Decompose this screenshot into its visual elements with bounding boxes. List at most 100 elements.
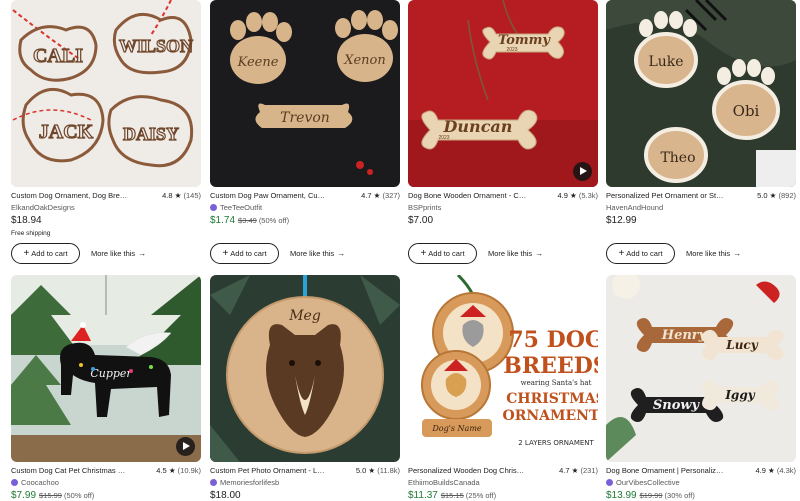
svg-text:Xenon: Xenon — [343, 53, 386, 68]
listing-title-row: Custom Dog Paw Ornament, Cu… 4.7 ★ (327) — [210, 190, 400, 202]
more-like-this-link[interactable]: More like this → — [91, 243, 146, 264]
listing-title[interactable]: Dog Bone Wooden Ornament - C… — [408, 190, 548, 202]
listing-image[interactable]: Henry Lucy Snowy Iggy — [606, 275, 796, 462]
shop-name[interactable]: TeeTeeOutfit — [210, 202, 262, 213]
listing-title[interactable]: Personalized Pet Ornament or St… — [606, 190, 746, 202]
shop-name[interactable]: EthiimoBuildsCanada — [408, 477, 480, 488]
price: $18.00 — [210, 490, 241, 501]
rating: 5.0 ★ (11.8k) — [355, 466, 400, 475]
discount-label: (50% off) — [258, 216, 290, 225]
rating-value: 4.8 — [162, 191, 173, 200]
original-price: $15.15 — [440, 491, 464, 500]
price-row: $12.99 — [606, 214, 637, 228]
rating: 4.8 ★ (145) — [162, 190, 201, 202]
svg-text:Cupper: Cupper — [90, 367, 132, 380]
listing-image[interactable]: Luke Obi Theo — [606, 0, 796, 187]
svg-text:WILSON: WILSON — [119, 36, 193, 56]
free-shipping-label: Free shipping — [11, 230, 51, 237]
star-seller-icon — [210, 204, 217, 211]
listing-image[interactable]: Tommy 2023 Duncan 2023 — [408, 0, 598, 187]
shop-name[interactable]: ElkandOakDesigns — [11, 202, 75, 213]
sale-price: $13.99 — [606, 490, 637, 501]
star-icon: ★ — [168, 466, 176, 475]
add-to-cart-button[interactable]: + Add to cart — [408, 243, 477, 264]
listing-image[interactable]: CALI WILSON JACK DAISY — [11, 0, 201, 187]
svg-text:Trevon: Trevon — [280, 110, 330, 126]
svg-text:ORNAMENTS: ORNAMENTS — [503, 408, 598, 424]
star-seller-icon — [606, 479, 613, 486]
arrow-right-icon: → — [337, 249, 346, 258]
listing-title[interactable]: Custom Pet Photo Ornament - L… — [210, 465, 350, 477]
listing-title[interactable]: Dog Bone Ornament | Personaliz… — [606, 465, 746, 477]
star-icon: ★ — [570, 191, 577, 200]
more-like-this-link[interactable]: More like this → — [686, 243, 741, 264]
rating: 4.9 ★ (4.3k) — [755, 466, 796, 475]
more-like-this-link[interactable]: More like this → — [488, 243, 543, 264]
shop-name[interactable]: HavenAndHound — [606, 202, 663, 213]
discount-label: (30% off) — [664, 491, 695, 500]
price: $7.00 — [408, 215, 434, 226]
listing-title-row: Personalized Wooden Dog Chris… 4.7 ★ (23… — [408, 465, 598, 477]
listing-title-row: Dog Bone Wooden Ornament - C… 4.9 ★ (5.3… — [408, 190, 598, 202]
price-row: $13.99 $19.99 (30% off) — [606, 489, 695, 501]
svg-text:2023: 2023 — [506, 47, 517, 53]
listing-image[interactable]: Keene Xenon Trevon — [210, 0, 400, 187]
sale-price: $7.99 — [11, 490, 37, 501]
svg-text:Dog's Name: Dog's Name — [431, 424, 482, 433]
dog-silhouette-ornament-image: Cupper — [11, 275, 201, 462]
discount-label: (25% off) — [465, 491, 497, 500]
star-seller-icon — [11, 479, 18, 486]
price-row: $18.94 — [11, 214, 42, 228]
plus-icon: + — [222, 248, 229, 259]
play-icon[interactable] — [176, 437, 195, 456]
sale-price: $1.74 — [210, 215, 236, 226]
svg-text:Luke: Luke — [648, 54, 683, 70]
price-row: $7.99 $15.99 (50% off) — [11, 489, 94, 501]
svg-text:Snowy: Snowy — [653, 398, 701, 413]
original-price: $15.99 — [39, 491, 62, 500]
more-like-this-link[interactable]: More like this → — [290, 243, 345, 264]
svg-text:Obi: Obi — [733, 102, 760, 120]
star-icon: ★ — [373, 191, 381, 200]
star-icon: ★ — [571, 466, 579, 475]
shop-name[interactable]: OurVibesCollective — [606, 477, 680, 488]
arrow-right-icon: → — [733, 249, 742, 258]
svg-text:2 LAYERS ORNAMENT: 2 LAYERS ORNAMENT — [518, 439, 594, 447]
plus-icon: + — [23, 248, 30, 259]
svg-text:JACK: JACK — [39, 121, 94, 143]
listing-title[interactable]: Custom Dog Paw Ornament, Cu… — [210, 190, 350, 202]
plaid-paw-ornaments-image: Luke Obi Theo — [606, 0, 796, 187]
star-seller-icon — [210, 479, 217, 486]
sale-price: $11.37 — [408, 490, 438, 501]
plus-icon: + — [420, 248, 427, 259]
price-row: $18.00 — [210, 489, 241, 501]
add-to-cart-button[interactable]: + Add to cart — [11, 243, 80, 264]
add-to-cart-button[interactable]: + Add to cart — [606, 243, 675, 264]
listing-image[interactable]: Dog's Name 75 DOG BREEDS wearing Santa's… — [408, 275, 598, 462]
listing-title[interactable]: Custom Dog Ornament, Dog Bre… — [11, 190, 151, 202]
rating: 4.5 ★ (10.9k) — [156, 466, 201, 475]
listing-title[interactable]: Personalized Wooden Dog Chris… — [408, 465, 548, 477]
add-to-cart-button[interactable]: + Add to cart — [210, 243, 279, 264]
shop-name[interactable]: Memoriesforlifesb — [210, 477, 279, 488]
play-icon[interactable] — [573, 162, 592, 181]
svg-text:Duncan: Duncan — [443, 117, 513, 136]
price-row: $7.00 — [408, 214, 433, 228]
svg-text:wearing Santa's hat: wearing Santa's hat — [521, 379, 592, 387]
svg-text:Henry: Henry — [661, 328, 708, 343]
shop-name[interactable]: BSPprints — [408, 202, 441, 213]
star-icon: ★ — [769, 191, 777, 200]
svg-text:Theo: Theo — [660, 150, 695, 166]
original-price: $19.99 — [639, 491, 663, 500]
svg-text:Meg: Meg — [288, 308, 321, 324]
listing-image[interactable]: Meg — [210, 275, 400, 462]
svg-text:DAISY: DAISY — [123, 124, 179, 144]
listing-title-row: Custom Dog Cat Pet Christmas … 4.5 ★ (10… — [11, 465, 201, 477]
shop-name[interactable]: Coocachoo — [11, 477, 59, 488]
listing-image[interactable]: Cupper — [11, 275, 201, 462]
svg-text:CHRISTMAS: CHRISTMAS — [506, 391, 598, 407]
svg-text:Iggy: Iggy — [724, 388, 755, 402]
listing-title-row: Personalized Pet Ornament or St… 5.0 ★ (… — [606, 190, 796, 202]
price: $12.99 — [606, 215, 637, 226]
listing-title[interactable]: Custom Dog Cat Pet Christmas … — [11, 465, 151, 477]
